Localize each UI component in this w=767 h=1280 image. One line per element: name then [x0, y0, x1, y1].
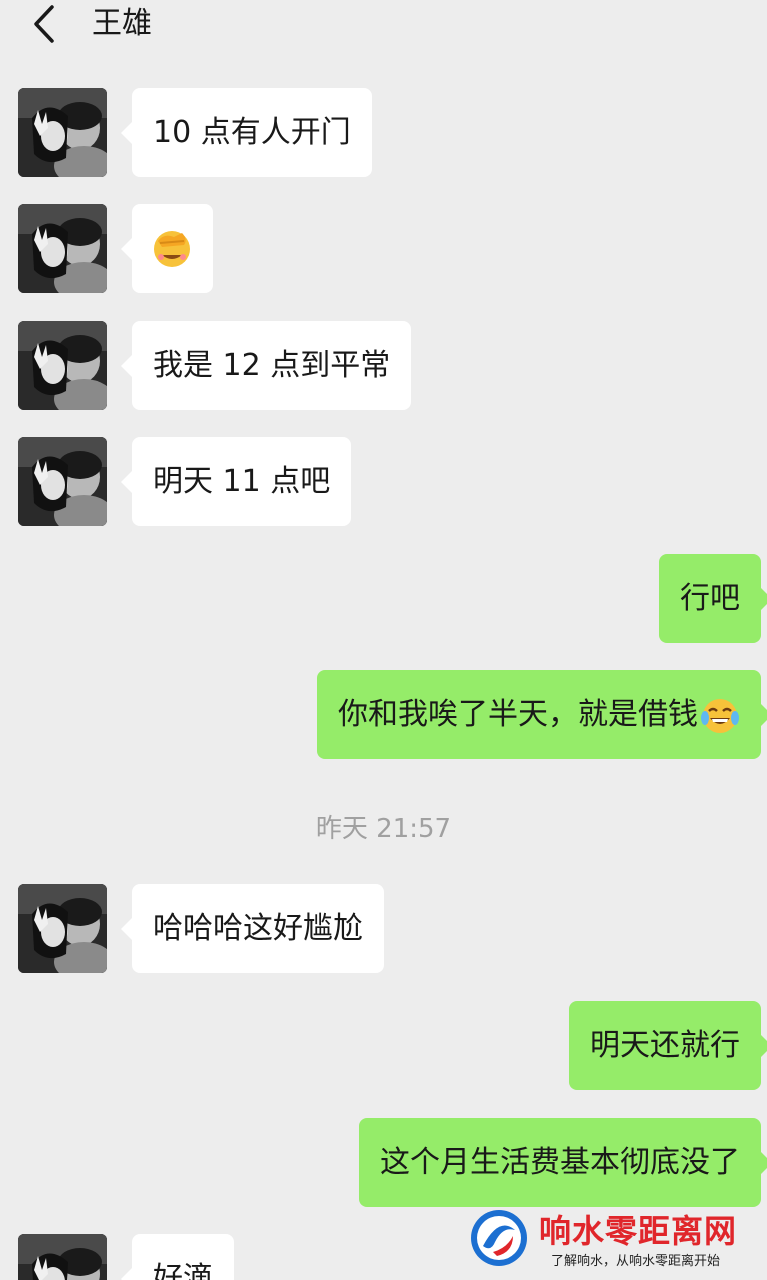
message-row: 明天 11 点吧 — [0, 437, 767, 526]
avatar[interactable] — [18, 437, 107, 526]
message-bubble[interactable]: 好滴 — [121, 1234, 234, 1280]
watermark: 响水零距离网 了解响水，从响水零距离开始 — [469, 1206, 759, 1270]
message-bubble[interactable]: 这个月生活费基本彻底没了 — [359, 1118, 767, 1207]
site-logo-icon — [471, 1210, 527, 1266]
avatar[interactable] — [18, 884, 107, 973]
avatar[interactable] — [18, 1234, 107, 1280]
message-row: 我是 12 点到平常 — [0, 321, 767, 410]
back-button[interactable] — [24, 4, 64, 44]
face-palm-emoji — [154, 231, 190, 267]
message-row: 哈哈哈这好尴尬 — [0, 884, 767, 973]
message-bubble[interactable]: 你和我唉了半天，就是借钱 — [317, 670, 767, 759]
chat-title: 王雄 — [92, 6, 152, 41]
chat-header: 王雄 — [0, 0, 767, 50]
message-bubble[interactable]: 哈哈哈这好尴尬 — [121, 884, 384, 973]
chevron-left-icon — [34, 5, 54, 43]
timestamp: 昨天 21:57 — [315, 814, 452, 844]
message-row: 这个月生活费基本彻底没了 — [0, 1118, 767, 1207]
message-row: 行吧 — [0, 554, 767, 643]
avatar[interactable] — [18, 321, 107, 410]
watermark-title: 响水零距离网 — [539, 1212, 738, 1250]
message-bubble[interactable] — [121, 204, 213, 293]
message-bubble[interactable]: 明天 11 点吧 — [120, 437, 352, 526]
tears-of-joy-emoji — [701, 698, 739, 733]
message-bubble[interactable]: 我是 12 点到平常 — [120, 321, 412, 410]
avatar[interactable] — [18, 204, 107, 293]
message-row — [0, 204, 767, 293]
message-text: 你和我唉了半天，就是借钱 — [338, 697, 698, 732]
message-row: 你和我唉了半天，就是借钱 — [0, 670, 767, 759]
watermark-subtitle: 了解响水，从响水零距离开始 — [551, 1254, 721, 1269]
message-bubble[interactable]: 行吧 — [659, 554, 767, 643]
avatar[interactable] — [18, 88, 107, 177]
message-row: 10 点有人开门 — [0, 88, 767, 177]
message-row: 明天还就行 — [0, 1001, 767, 1090]
message-bubble[interactable]: 明天还就行 — [569, 1001, 767, 1090]
message-bubble[interactable]: 10 点有人开门 — [121, 88, 372, 177]
